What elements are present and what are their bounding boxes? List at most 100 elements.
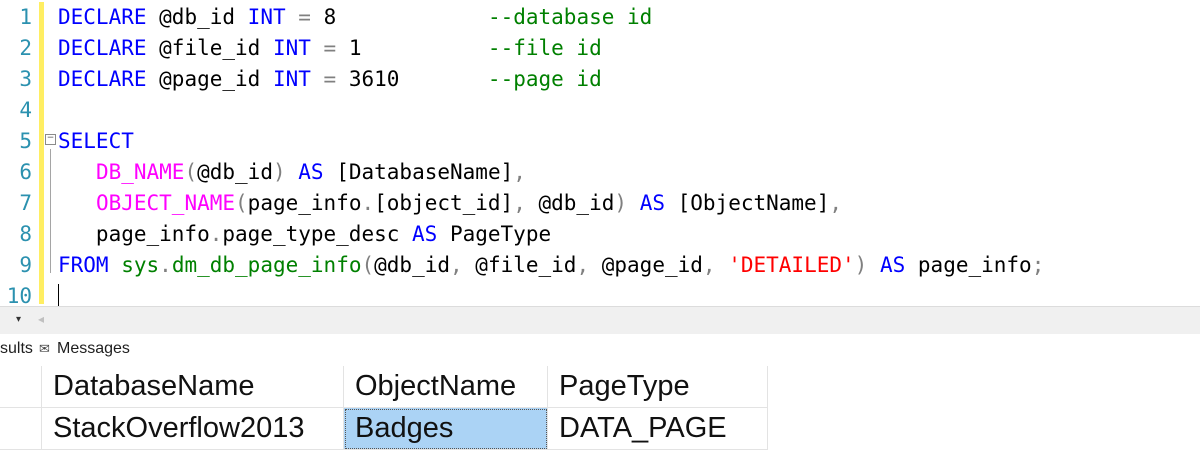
code-token: --database id: [487, 5, 653, 29]
code-token: [ObjectName]: [664, 191, 830, 215]
line-number: 7: [19, 191, 32, 215]
collapse-region-icon[interactable]: −: [45, 134, 56, 145]
code-token: ,: [702, 253, 716, 277]
code-token: 8: [310, 5, 488, 29]
code-token: ): [614, 191, 628, 215]
grid-corner[interactable]: [0, 366, 42, 408]
code-token: ): [854, 253, 868, 277]
column-header[interactable]: PageType: [548, 366, 768, 408]
code-token: @db_id: [374, 253, 450, 277]
line-number-gutter: 1 2 3 4 5 6 7 8 9 10: [0, 0, 36, 308]
code-token: @file_id: [462, 253, 577, 277]
results-grid: DatabaseName ObjectName PageType StackOv…: [0, 366, 1200, 470]
change-tracking-bar: [39, 2, 44, 304]
messages-icon: ✉: [39, 341, 50, 356]
scroll-left-arrow-icon[interactable]: ◂: [38, 312, 44, 326]
code-token: DECLARE: [58, 5, 147, 29]
line-number: 5: [19, 129, 32, 153]
code-token: page_info: [905, 253, 1032, 277]
code-token: (: [361, 253, 375, 277]
code-token: @db_id: [146, 5, 248, 29]
text-caret: [58, 284, 59, 306]
column-header[interactable]: ObjectName: [344, 366, 548, 408]
line-number: 6: [19, 160, 32, 184]
code-token: INT: [272, 36, 311, 60]
code-line[interactable]: DB_NAME(@db_id) AS [DatabaseName],: [58, 157, 526, 188]
code-token: =: [298, 5, 311, 29]
zoom-dropdown[interactable]: ▾: [0, 307, 34, 334]
code-token: --file id: [487, 36, 602, 60]
code-token: PageType: [437, 222, 552, 246]
code-line[interactable]: OBJECT_NAME(page_info.[object_id], @db_i…: [58, 188, 842, 219]
code-token: AS: [298, 160, 324, 184]
fold-region-line: [50, 149, 51, 273]
code-token: AS: [412, 222, 438, 246]
code-line[interactable]: SELECT: [58, 126, 134, 157]
code-token: [DatabaseName]: [323, 160, 514, 184]
code-line[interactable]: page_info.page_type_desc AS PageType: [58, 219, 551, 250]
code-token: ;: [1031, 253, 1045, 277]
code-token: 1: [336, 36, 488, 60]
row-header[interactable]: [0, 408, 42, 450]
code-token: @page_id: [589, 253, 703, 277]
code-token: SELECT: [58, 129, 134, 153]
code-token: ,: [829, 191, 843, 215]
code-token: (: [184, 160, 198, 184]
code-token: page_info: [247, 191, 362, 215]
code-line[interactable]: DECLARE @file_id INT = 1 --file id: [58, 33, 602, 64]
code-line[interactable]: FROM sys.dm_db_page_info(@db_id, @file_i…: [58, 250, 1044, 281]
tab-results[interactable]: sults: [0, 340, 33, 358]
line-number: 9: [19, 253, 32, 277]
chevron-down-icon[interactable]: ▾: [16, 314, 21, 325]
line-number: 2: [19, 36, 32, 60]
line-number: 4: [19, 98, 32, 122]
editor-horizontal-scrollbar[interactable]: ▾ ◂: [0, 306, 1200, 334]
code-token: INT: [247, 5, 286, 29]
code-line[interactable]: DECLARE @db_id INT = 8 --database id: [58, 2, 652, 33]
results-tab-strip: sults ✉ Messages: [0, 334, 1200, 366]
grid-cell[interactable]: StackOverflow2013: [42, 408, 344, 450]
code-line[interactable]: DECLARE @page_id INT = 3610 --page id: [58, 64, 602, 95]
code-token: dm_db_page_info: [171, 253, 362, 277]
code-token: ,: [450, 253, 463, 277]
code-token: @db_id: [525, 191, 615, 215]
code-token: .: [361, 191, 375, 215]
code-token: OBJECT_NAME: [95, 191, 236, 215]
code-token: (: [235, 191, 248, 215]
code-token: [object_id]: [374, 191, 514, 215]
code-token: FROM: [58, 253, 109, 277]
code-token: =: [323, 67, 337, 91]
code-token: ): [272, 160, 286, 184]
line-number: 3: [19, 67, 32, 91]
code-token: DECLARE: [58, 67, 147, 91]
code-token: =: [323, 36, 337, 60]
code-token: 'DETAILED': [728, 253, 855, 277]
code-token: .: [159, 253, 172, 277]
query-editor[interactable]: 1 2 3 4 5 6 7 8 9 10 − DECLARE @db_id IN…: [0, 0, 1200, 308]
line-number: 1: [19, 5, 32, 29]
code-token: AS: [879, 253, 906, 277]
code-token: --page id: [487, 67, 602, 91]
code-token: @file_id: [146, 36, 273, 60]
code-token: 3610: [336, 67, 488, 91]
line-number: 8: [19, 222, 32, 246]
code-token: ,: [576, 253, 590, 277]
code-token: .: [209, 222, 223, 246]
code-token: DB_NAME: [95, 160, 185, 184]
code-token: AS: [639, 191, 665, 215]
grid-cell[interactable]: DATA_PAGE: [548, 408, 768, 450]
code-token: @page_id: [146, 67, 273, 91]
column-header[interactable]: DatabaseName: [42, 366, 344, 408]
tab-messages[interactable]: ✉ Messages: [39, 340, 130, 358]
grid-cell-selected[interactable]: Badges: [344, 408, 548, 450]
code-token: page_info: [58, 222, 210, 246]
tab-messages-label: Messages: [57, 340, 130, 357]
